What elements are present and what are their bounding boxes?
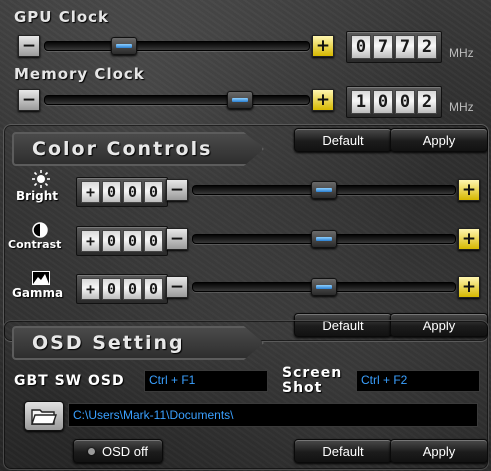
memory-clock-digit: 0 xyxy=(395,90,415,114)
memory-clock-title: Memory Clock xyxy=(14,65,145,83)
gpu-clock-digit: 7 xyxy=(395,35,415,59)
osd-setting-banner: OSD Setting xyxy=(12,326,264,360)
bright-decrease-button[interactable]: − xyxy=(166,179,188,201)
contrast-icon xyxy=(32,222,48,238)
gamma-icon xyxy=(32,270,50,285)
contrast-digit: 0 xyxy=(144,230,163,252)
gpu-clock-increase-button[interactable]: + xyxy=(312,35,334,57)
bright-digit: 0 xyxy=(144,181,163,203)
gpu-clock-digit: 7 xyxy=(373,35,393,59)
memory-clock-slider-track[interactable] xyxy=(44,91,310,109)
gpu-clock-slider-track[interactable] xyxy=(44,37,310,55)
osd-toggle-label: OSD off xyxy=(101,443,148,459)
gamma-slider-track[interactable] xyxy=(192,278,456,296)
gamma-decrease-button[interactable]: − xyxy=(166,276,188,298)
gpu-clock-title: GPU Clock xyxy=(14,8,110,26)
gamma-digit: 0 xyxy=(144,278,163,300)
save-path-field[interactable]: C:\Users\Mark-11\Documents\ xyxy=(68,403,478,427)
gpu-tweak-panel: GPU Clock − + 0 7 7 2 MHz Memory Clock −… xyxy=(0,0,491,471)
screenshot-label-line1: Screen xyxy=(282,365,343,381)
browse-folder-button[interactable] xyxy=(24,401,64,431)
bright-value-display: + 0 0 0 xyxy=(76,177,168,207)
contrast-digit: 0 xyxy=(123,230,142,252)
memory-clock-decrease-button[interactable]: − xyxy=(18,89,40,111)
bright-digit: 0 xyxy=(102,181,121,203)
gpu-clock-slider-thumb[interactable] xyxy=(111,37,137,55)
contrast-slider-track[interactable] xyxy=(192,230,456,248)
osd-status-indicator xyxy=(87,447,95,455)
bright-sign: + xyxy=(81,181,100,203)
gbt-osd-hotkey-field[interactable]: Ctrl + F1 xyxy=(144,370,268,392)
contrast-digit: 0 xyxy=(102,230,121,252)
folder-icon xyxy=(31,409,57,425)
color-controls-banner: Color Controls xyxy=(12,132,264,166)
gpu-clock-unit: MHz xyxy=(449,46,474,60)
osd-toggle-button[interactable]: OSD off xyxy=(73,439,163,463)
contrast-increase-button[interactable]: + xyxy=(458,228,480,250)
gamma-sign: + xyxy=(81,278,100,300)
memory-clock-digit: 1 xyxy=(351,90,371,114)
contrast-value-display: + 0 0 0 xyxy=(76,226,168,256)
memory-clock-increase-button[interactable]: + xyxy=(312,89,334,111)
gpu-clock-decrease-button[interactable]: − xyxy=(18,35,40,57)
sun-icon xyxy=(32,170,50,188)
gbt-sw-osd-label: GBT SW OSD xyxy=(14,373,125,389)
contrast-label: Contrast xyxy=(8,238,62,251)
contrast-sign: + xyxy=(81,230,100,252)
gamma-digit: 0 xyxy=(123,278,142,300)
bright-slider-thumb[interactable] xyxy=(311,181,337,199)
bright-increase-button[interactable]: + xyxy=(458,179,480,201)
osd-apply-button[interactable]: Apply xyxy=(390,439,488,463)
memory-clock-digit: 2 xyxy=(417,90,437,114)
gpu-clock-digit: 0 xyxy=(351,35,371,59)
gpu-clock-value-display: 0 7 7 2 xyxy=(346,31,442,63)
screenshot-label-line2: Shot xyxy=(282,380,323,396)
gamma-increase-button[interactable]: + xyxy=(458,276,480,298)
gamma-label: Gamma xyxy=(12,286,64,300)
memory-clock-value-display: 1 0 0 2 xyxy=(346,86,442,118)
memory-clock-slider-thumb[interactable] xyxy=(227,91,253,109)
gamma-digit: 0 xyxy=(102,278,121,300)
contrast-decrease-button[interactable]: − xyxy=(166,228,188,250)
screenshot-label: Screen Shot xyxy=(282,366,342,396)
contrast-slider-thumb[interactable] xyxy=(311,230,337,248)
osd-default-button[interactable]: Default xyxy=(294,439,392,463)
gamma-value-display: + 0 0 0 xyxy=(76,274,168,304)
gpu-clock-digit: 2 xyxy=(417,35,437,59)
bright-slider-track[interactable] xyxy=(192,181,456,199)
bright-digit: 0 xyxy=(123,181,142,203)
memory-clock-digit: 0 xyxy=(373,90,393,114)
gamma-slider-thumb[interactable] xyxy=(311,278,337,296)
bright-label: Bright xyxy=(16,189,59,203)
memory-clock-unit: MHz xyxy=(449,100,474,114)
screenshot-hotkey-field[interactable]: Ctrl + F2 xyxy=(356,370,480,392)
